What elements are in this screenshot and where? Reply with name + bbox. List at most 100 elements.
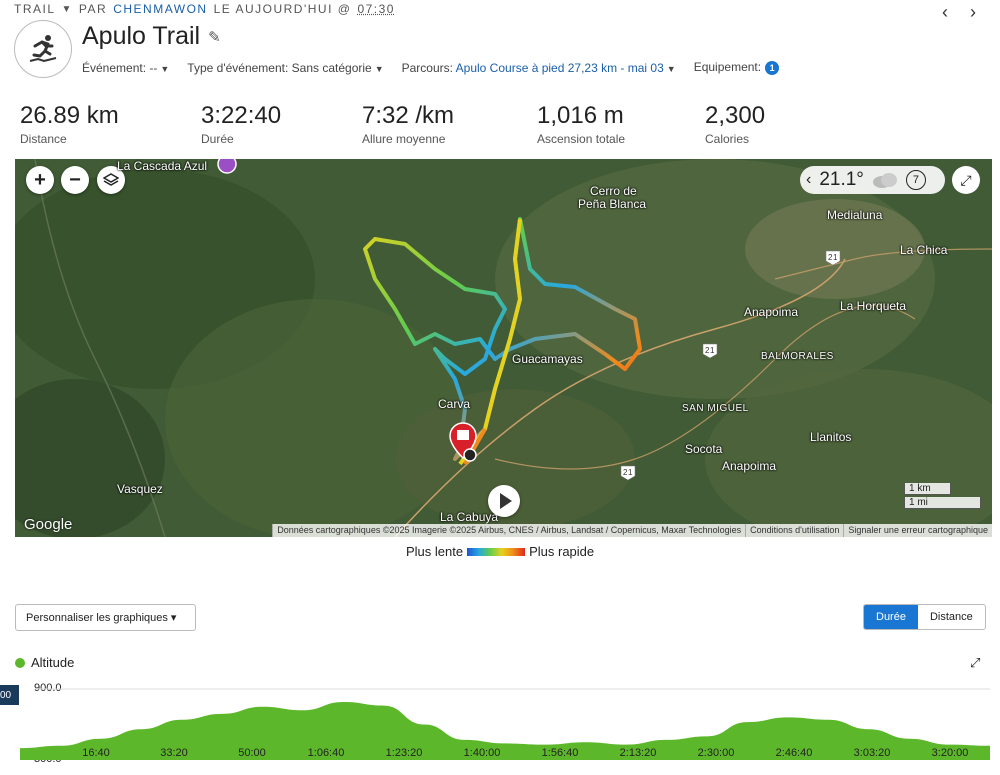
place-label: Carva [438,397,471,411]
place-label: La Chica [900,243,948,257]
altitude-chart[interactable] [15,680,990,775]
stat-value: 2,300 [705,102,766,129]
stat-value: 3:22:40 [201,102,282,129]
stat-distance: 26.89 km Distance [20,102,201,147]
previous-arrow-icon[interactable]: ‹ [942,2,948,23]
chevron-down-icon: ▼ [666,63,676,74]
stat-ascent: 1,016 m Ascension totale [537,102,705,147]
altitude-chart-title: Altitude [15,655,74,670]
stat-value: 26.89 km [20,102,119,129]
by-label: PAR [78,2,108,16]
stat-label: Allure moyenne [362,132,446,146]
x-tick-label: 33:20 [160,747,188,759]
pace-legend: Plus lente Plus rapide [406,544,594,559]
course-link[interactable]: Apulo Course à pied 27,23 km - mai 03 [456,61,664,75]
wind-speed-indicator: 7 [905,170,926,190]
stat-pace: 7:32 /km Allure moyenne [362,102,537,147]
place-label: Vasquez [117,482,163,496]
activity-meta: Événement: -- ▼ Type d'événement: Sans ca… [82,60,780,75]
stat-label: Durée [201,132,234,146]
x-tick-label: 2:46:40 [775,747,813,759]
duration-toggle[interactable]: Durée [864,605,918,629]
place-label: La Cabuya [440,510,499,524]
x-tick-label: 1:06:40 [307,747,345,759]
x-tick-label: 3:03:20 [853,747,891,759]
x-tick-label: 2:13:20 [619,747,657,759]
place-label: Llanitos [810,430,852,444]
activity-type[interactable]: TRAIL [14,2,56,16]
x-axis-toggle: Durée Distance [863,604,986,630]
event-type-dropdown[interactable]: Type d'événement: Sans catégorie ▼ [187,61,383,75]
place-label: La Horqueta [840,299,907,313]
chevron-left-icon[interactable]: ‹ [806,171,811,189]
x-tick-label: 50:00 [238,747,266,759]
stat-calories: 2,300 Calories [705,102,825,147]
legend-fast: Plus rapide [529,544,595,559]
road-shield: 21 [828,253,838,262]
stat-value: 1,016 m [537,102,624,129]
report-error-link[interactable]: Signaler une erreur cartographique [843,524,992,537]
road-shield: 21 [623,468,633,477]
fullscreen-icon[interactable]: ⤢ [952,166,980,194]
zoom-in-button[interactable]: + [26,166,54,194]
author-link[interactable]: CHENMAWON [113,2,207,16]
activity-nav: ‹ › [942,2,976,23]
next-arrow-icon[interactable]: › [970,2,976,23]
distance-toggle[interactable]: Distance [918,605,985,629]
place-label: SAN MIGUEL [682,403,749,414]
gear-count-badge[interactable]: 1 [765,61,780,75]
cloud-icon [872,173,897,188]
place-label: La Cascada Azul [117,159,208,173]
stat-label: Ascension totale [537,132,626,146]
legend-slow: Plus lente [406,544,464,559]
date-label: LE AUJOURD'HUI @ [213,2,352,16]
altitude-title: Altitude [31,655,75,670]
activity-title: Apulo Trail [82,22,201,50]
play-route-button[interactable] [488,485,520,517]
weather-widget[interactable]: ‹ 21.1° 7 [800,166,945,194]
activity-time: 07:30 [357,2,395,16]
terms-link[interactable]: Conditions d'utilisation [745,524,843,537]
customize-charts-dropdown[interactable]: Personnaliser les graphiques ▾ [15,604,196,631]
series-color-dot [15,657,25,668]
place-label: BALMORALES [761,351,834,362]
road-shield: 21 [705,346,715,355]
x-tick-label: 1:23:20 [385,747,423,759]
event-dropdown[interactable]: Événement: -- ▼ [82,61,169,75]
event-type-label: Type d'événement: Sans catégorie [187,60,372,75]
place-label: Anapoima [722,459,777,473]
google-logo: Google [24,516,73,533]
route-map[interactable]: + − ‹ 21.1° 7 ⤢ La Cascada Azul Cerro de… [15,159,992,537]
place-label: Guacamayas [512,352,583,366]
gear-field[interactable]: Equipement: 1 [693,60,780,75]
scale-mi: 1 mi [904,497,981,509]
gear-label: Equipement: [693,60,762,74]
x-tick-label: 1:40:00 [463,747,501,759]
stats-row: 26.89 km Distance 3:22:40 Durée 7:32 /km… [20,102,825,147]
weather-temperature: 21.1° [819,169,864,190]
expand-chart-icon[interactable]: ⤢ [970,655,980,671]
chevron-down-icon: ▼ [374,63,384,74]
place-label: Socota [685,442,723,456]
place-label: Medialuna [827,208,883,222]
x-tick-label: 2:30:00 [697,747,735,759]
stat-label: Distance [20,132,67,146]
x-tick-label: 3:20:00 [931,747,969,759]
course-dropdown[interactable]: Parcours: Apulo Course à pied 27,23 km -… [402,61,676,75]
map-scale: 1 km 1 mi [904,483,981,511]
stat-value: 7:32 /km [362,102,455,129]
activity-type-line: TRAIL ▼ PAR CHENMAWON LE AUJOURD'HUI @ 0… [14,2,395,16]
x-tick-label: 16:40 [82,747,110,759]
zoom-out-button[interactable]: − [61,166,89,194]
attribution-text: Données cartographiques ©2025 Imagerie ©… [272,524,745,537]
stat-duration: 3:22:40 Durée [201,102,362,147]
pencil-icon[interactable]: ✎ [208,28,221,46]
place-label: Cerro de [590,184,637,198]
place-label: Anapoima [744,305,799,319]
trail-running-icon [14,20,72,78]
x-tick-label: 1:56:40 [541,747,579,759]
map-attribution: Données cartographiques ©2025 Imagerie ©… [272,524,992,537]
chevron-down-icon[interactable]: ▼ [62,4,73,15]
altitude-chart-svg [20,688,990,760]
event-label: Événement: -- [82,60,158,75]
